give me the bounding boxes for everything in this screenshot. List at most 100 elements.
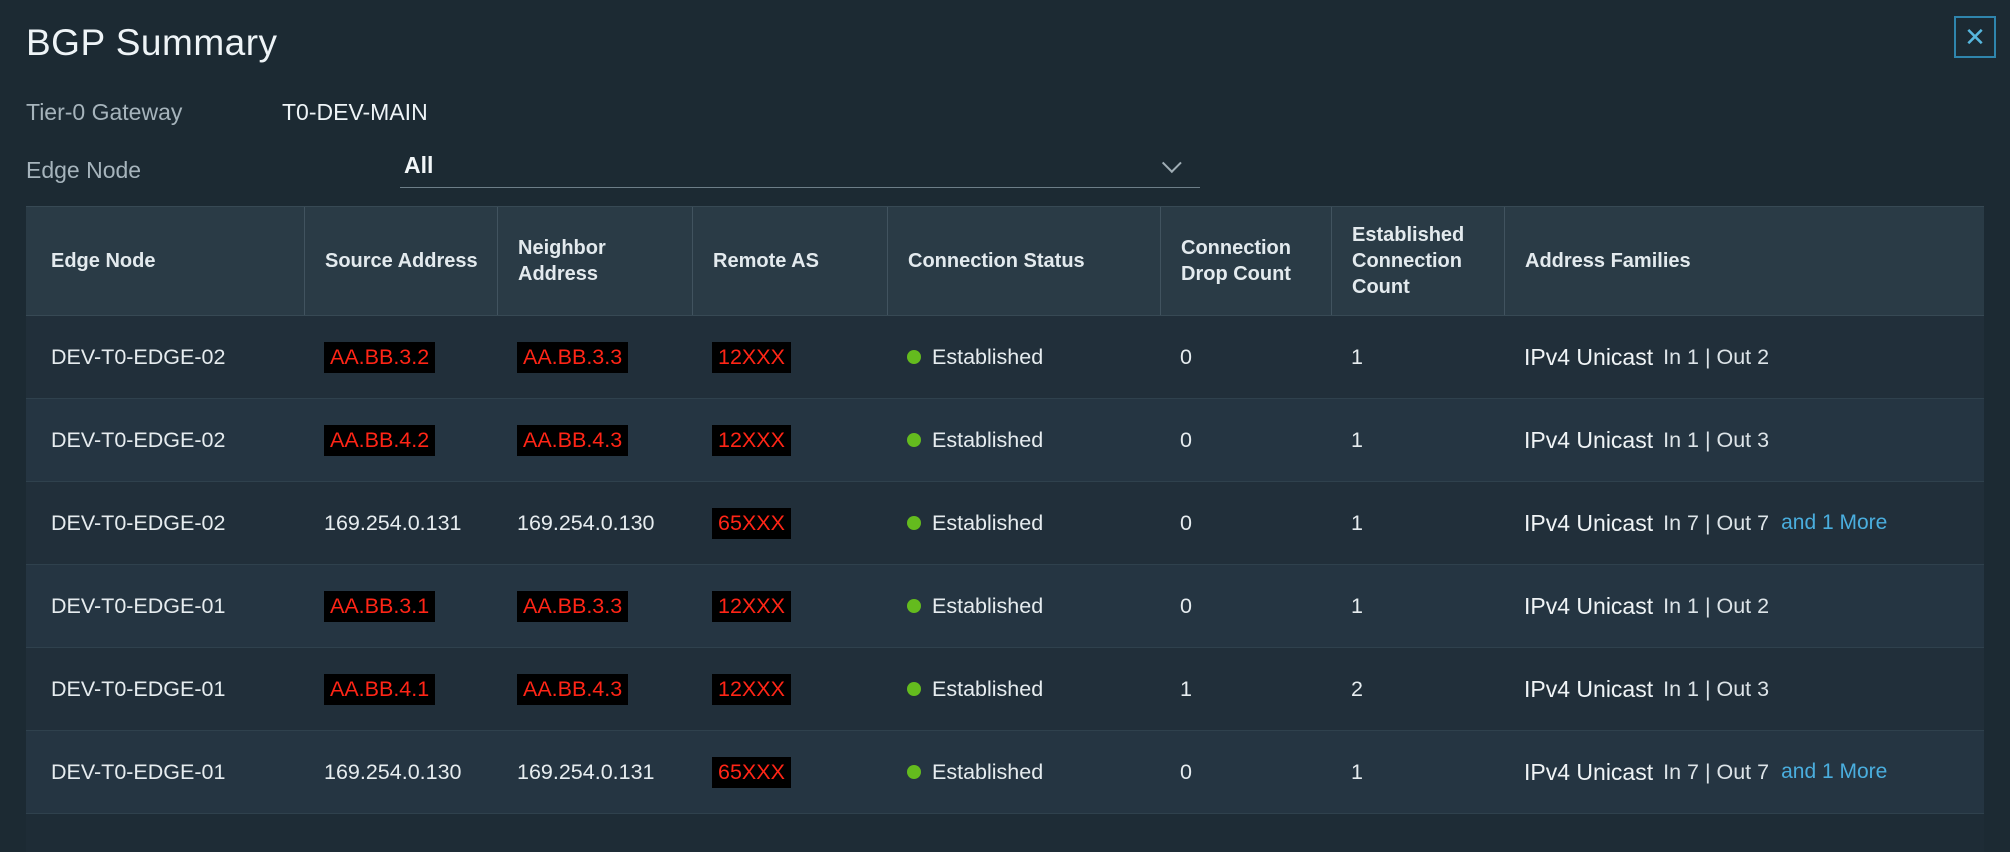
address-family-detail: In 7 | Out 7: [1663, 760, 1769, 785]
header-address-families: Address Families: [1504, 207, 1984, 315]
established-connection-count-cell: 1: [1331, 731, 1504, 813]
close-button[interactable]: ✕: [1954, 16, 1996, 58]
header-remote-as: Remote AS: [692, 207, 887, 315]
table-body: DEV-T0-EDGE-02 AA.BB.3.2 AA.BB.3.3 12XXX…: [26, 316, 1984, 852]
header-established-connection-count: Established Connection Count: [1331, 207, 1504, 315]
chevron-down-icon: [1162, 153, 1182, 173]
redacted-value: AA.BB.3.3: [517, 591, 628, 622]
established-connection-count-cell: 1: [1331, 316, 1504, 398]
status-label: Established: [932, 511, 1043, 536]
status-dot-icon: [907, 433, 921, 447]
table-header-row: Edge Node Source Address Neighbor Addres…: [26, 206, 1984, 316]
edge-node-row: Edge Node All: [26, 148, 1984, 184]
redacted-value: AA.BB.4.3: [517, 674, 628, 705]
table-row: DEV-T0-EDGE-01 AA.BB.4.1 AA.BB.4.3 12XXX…: [26, 648, 1984, 731]
remote-as-cell: 65XXX: [692, 482, 887, 564]
address-family-name: IPv4 Unicast: [1524, 593, 1653, 620]
status-label: Established: [932, 428, 1043, 453]
connection-drop-count-cell: 0: [1160, 482, 1331, 564]
source-address-cell: AA.BB.4.1: [304, 648, 497, 730]
remote-as-cell: 12XXX: [692, 399, 887, 481]
status-dot-icon: [907, 350, 921, 364]
redacted-value: 12XXX: [712, 591, 791, 622]
edge-node-cell: DEV-T0-EDGE-02: [26, 482, 304, 564]
edge-node-cell: DEV-T0-EDGE-01: [26, 565, 304, 647]
connection-status-cell: Established: [887, 648, 1160, 730]
redacted-value: 65XXX: [712, 508, 791, 539]
address-family-name: IPv4 Unicast: [1524, 427, 1653, 454]
header-connection-drop-count: Connection Drop Count: [1160, 207, 1331, 315]
status-dot-icon: [907, 765, 921, 779]
edge-node-selected-value: All: [404, 152, 433, 179]
redacted-value: 12XXX: [712, 342, 791, 373]
table-row: DEV-T0-EDGE-02 AA.BB.4.2 AA.BB.4.3 12XXX…: [26, 399, 1984, 482]
redacted-value: AA.BB.3.2: [324, 342, 435, 373]
connection-drop-count-cell: 0: [1160, 399, 1331, 481]
redacted-value: AA.BB.4.3: [517, 425, 628, 456]
connection-status-cell: Established: [887, 482, 1160, 564]
source-address-cell: 169.254.0.131: [304, 482, 497, 564]
connection-status-cell: Established: [887, 565, 1160, 647]
established-connection-count-cell: 1: [1331, 565, 1504, 647]
tier0-gateway-value: T0-DEV-MAIN: [282, 99, 428, 126]
more-address-families-link[interactable]: and 1 More: [1781, 760, 1887, 784]
status-label: Established: [932, 760, 1043, 785]
tier0-gateway-label: Tier-0 Gateway: [26, 99, 282, 126]
neighbor-address-cell: 169.254.0.130: [497, 482, 692, 564]
redacted-value: AA.BB.3.1: [324, 591, 435, 622]
neighbor-address-cell: AA.BB.3.3: [497, 565, 692, 647]
source-address-cell: 169.254.0.130: [304, 731, 497, 813]
neighbor-address-cell: AA.BB.4.3: [497, 648, 692, 730]
address-family-name: IPv4 Unicast: [1524, 759, 1653, 786]
status-dot-icon: [907, 599, 921, 613]
connection-status-cell: Established: [887, 316, 1160, 398]
status-label: Established: [932, 594, 1043, 619]
page-title: BGP Summary: [26, 22, 1984, 64]
neighbor-address-cell: AA.BB.3.3: [497, 316, 692, 398]
bgp-summary-dialog: BGP Summary ✕ Tier-0 Gateway T0-DEV-MAIN…: [0, 0, 2010, 852]
remote-as-cell: 65XXX: [692, 731, 887, 813]
edge-node-cell: DEV-T0-EDGE-02: [26, 399, 304, 481]
redacted-value: AA.BB.3.3: [517, 342, 628, 373]
redacted-value: 65XXX: [712, 757, 791, 788]
status-dot-icon: [907, 516, 921, 530]
table-row: DEV-T0-EDGE-02 169.254.0.131 169.254.0.1…: [26, 482, 1984, 565]
address-family-name: IPv4 Unicast: [1524, 344, 1653, 371]
address-families-cell: IPv4 Unicast In 7 | Out 7 and 1 More: [1504, 482, 1984, 564]
address-families-cell: IPv4 Unicast In 1 | Out 2: [1504, 565, 1984, 647]
header-edge-node: Edge Node: [26, 207, 304, 315]
redacted-value: AA.BB.4.1: [324, 674, 435, 705]
connection-status-cell: Established: [887, 399, 1160, 481]
address-families-cell: IPv4 UnicastIn 1 | Out 3: [1504, 648, 1984, 730]
connection-drop-count-cell: 0: [1160, 316, 1331, 398]
redacted-value: 12XXX: [712, 674, 791, 705]
close-icon: ✕: [1964, 18, 1986, 56]
table-row: DEV-T0-EDGE-01 169.254.0.130 169.254.0.1…: [26, 731, 1984, 814]
neighbor-address-cell: 169.254.0.131: [497, 731, 692, 813]
edge-node-cell: DEV-T0-EDGE-01: [26, 648, 304, 730]
source-address-cell: AA.BB.3.2: [304, 316, 497, 398]
source-address-cell: AA.BB.3.1: [304, 565, 497, 647]
address-family-detail: In 1 | Out 3: [1663, 428, 1769, 453]
header-connection-status: Connection Status: [887, 207, 1160, 315]
edge-node-select[interactable]: All: [400, 152, 1200, 188]
address-families-cell: IPv4 Unicast In 1 | Out 3: [1504, 399, 1984, 481]
neighbor-address-cell: AA.BB.4.3: [497, 399, 692, 481]
address-family-name: IPv4 Unicast: [1524, 510, 1653, 537]
established-connection-count-cell: 1: [1331, 399, 1504, 481]
redacted-value: 12XXX: [712, 425, 791, 456]
remote-as-cell: 12XXX: [692, 316, 887, 398]
table-footer-empty-row: [26, 814, 1984, 852]
connection-status-cell: Established: [887, 731, 1160, 813]
status-label: Established: [932, 345, 1043, 370]
address-family-detail: In 1 | Out 2: [1663, 594, 1769, 619]
edge-node-cell: DEV-T0-EDGE-02: [26, 316, 304, 398]
connection-drop-count-cell: 1: [1160, 648, 1331, 730]
established-connection-count-cell: 1: [1331, 482, 1504, 564]
address-family-detail: In 7 | Out 7: [1663, 511, 1769, 536]
status-label: Established: [932, 677, 1043, 702]
more-address-families-link[interactable]: and 1 More: [1781, 511, 1887, 535]
status-dot-icon: [907, 682, 921, 696]
source-address-cell: AA.BB.4.2: [304, 399, 497, 481]
remote-as-cell: 12XXX: [692, 648, 887, 730]
